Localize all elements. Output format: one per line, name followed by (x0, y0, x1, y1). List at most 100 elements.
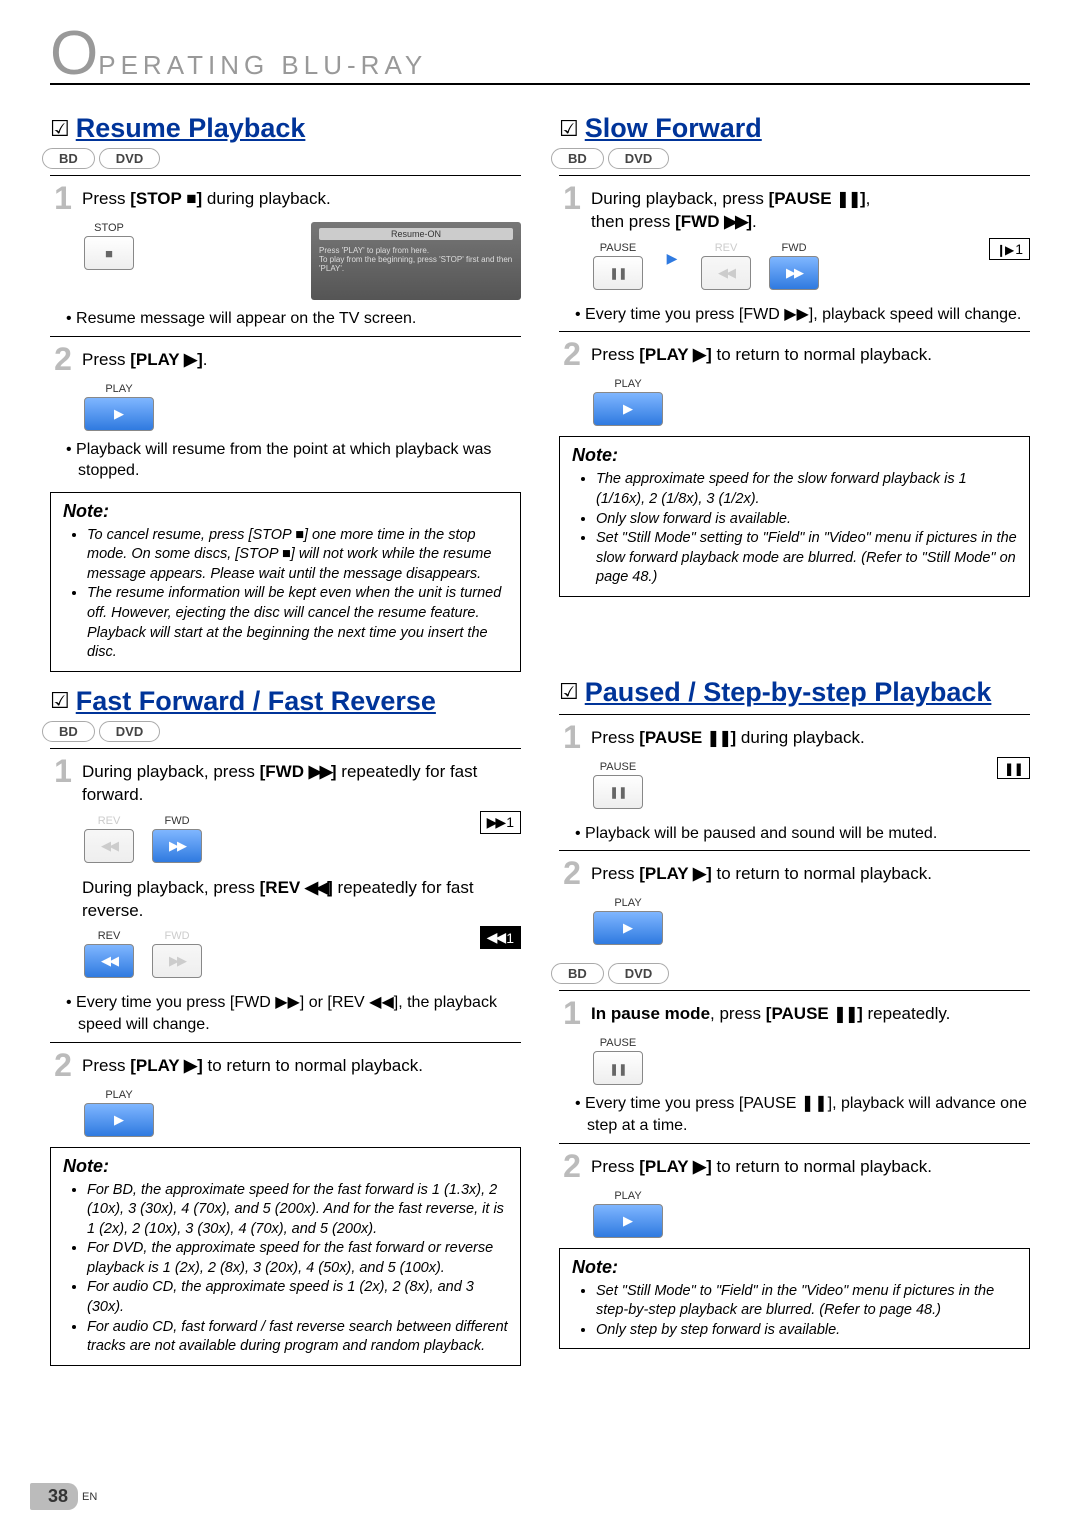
play-button[interactable] (593, 1204, 663, 1238)
play-label: PLAY (105, 383, 132, 395)
resume-title: Resume Playback (76, 113, 306, 144)
ffrv-title: Fast Forward / Fast Reverse (76, 686, 436, 717)
paused-bullet1: • Playback will be paused and sound will… (559, 823, 1030, 845)
step-number: 2 (50, 343, 76, 375)
resume-note-box: Note: To cancel resume, press [STOP ■] o… (50, 492, 521, 672)
play-icon (184, 350, 197, 369)
bd-badge: BD (551, 148, 604, 169)
rev-button[interactable] (84, 944, 134, 978)
stop-button[interactable] (84, 236, 134, 270)
slow-osd-indicator: 1 (989, 238, 1030, 260)
step-number: 1 (559, 182, 585, 214)
rw-osd-indicator: 1 (480, 926, 521, 949)
paused-step2b-text: Press [PLAY ] to return to normal playba… (591, 1150, 932, 1179)
page-number: 38 EN (30, 1483, 97, 1510)
step-number: 1 (50, 182, 76, 214)
pause-button[interactable] (593, 1051, 643, 1085)
play-icon (184, 1056, 197, 1075)
step-number: 1 (559, 721, 585, 753)
bd-badge: BD (42, 721, 95, 742)
slow-step1-text: During playback, press [PAUSE ], then pr… (591, 182, 870, 234)
pause-label: PAUSE (600, 761, 636, 773)
pause-button[interactable] (593, 775, 643, 809)
rev-label: REV (98, 930, 121, 942)
pause-icon (707, 728, 731, 747)
mini-play-icon (661, 242, 683, 276)
play-button[interactable] (84, 1103, 154, 1137)
checkbox-icon: ☑ (50, 118, 70, 140)
step-number: 2 (559, 338, 585, 370)
ffrv-step2-text: Press [PLAY ] to return to normal playba… (82, 1049, 423, 1078)
resume-bullet2: • Playback will resume from the point at… (50, 439, 521, 482)
play-icon (693, 345, 706, 364)
fwd-label: FWD (164, 930, 189, 942)
ffrv-step1a-text: During playback, press [FWD ] repeatedly… (82, 755, 521, 807)
play-button[interactable] (84, 397, 154, 431)
play-label: PLAY (614, 897, 641, 909)
bd-badge: BD (551, 963, 604, 984)
pause-button[interactable] (593, 256, 643, 290)
play-label: PLAY (614, 1190, 641, 1202)
play-icon (693, 1157, 706, 1176)
play-label: PLAY (614, 378, 641, 390)
step-number: 1 (50, 755, 76, 787)
ffrv-bullet1: • Every time you press [FWD ▶▶] or [REV … (50, 992, 521, 1035)
checkbox-icon: ☑ (50, 690, 70, 712)
stop-icon (186, 189, 196, 208)
play-button[interactable] (593, 911, 663, 945)
slow-title: Slow Forward (585, 113, 762, 144)
resume-step1-text: Press [STOP ] during playback. (82, 182, 331, 211)
play-button[interactable] (593, 392, 663, 426)
slow-step2-text: Press [PLAY ] to return to normal playba… (591, 338, 932, 367)
stop-label: STOP (94, 222, 124, 234)
pause-osd-indicator (997, 757, 1030, 779)
ff-icon (724, 212, 746, 231)
right-column: ☑ Slow Forward BD DVD 1 During playback,… (559, 103, 1030, 1366)
paused-step1-text: Press [PAUSE ] during playback. (591, 721, 865, 750)
osd-titlebar: Resume-ON (319, 228, 513, 240)
dvd-badge: DVD (99, 148, 160, 169)
ffrv-note-box: Note: For BD, the approximate speed for … (50, 1147, 521, 1366)
ff-icon (309, 762, 331, 781)
slow-bullet1: • Every time you press [FWD ▶▶], playbac… (559, 304, 1030, 326)
dvd-badge: DVD (608, 963, 669, 984)
header-big-letter: O (50, 35, 98, 72)
fwd-label: FWD (164, 815, 189, 827)
dvd-badge: DVD (99, 721, 160, 742)
rev-label: REV (715, 242, 738, 254)
paused-step2-text: Press [PLAY ] to return to normal playba… (591, 857, 932, 886)
page-header: OPERATING BLU-RAY (50, 35, 1030, 85)
rw-icon (305, 878, 327, 897)
rev-button-dim (84, 829, 134, 863)
fwd-button[interactable] (769, 256, 819, 290)
rev-button-dim (701, 256, 751, 290)
pause-icon (836, 189, 860, 208)
pause-label: PAUSE (600, 242, 636, 254)
play-icon (693, 864, 706, 883)
step-number: 1 (559, 997, 585, 1029)
fwd-label: FWD (781, 242, 806, 254)
paused-step1b-text: In pause mode, press [PAUSE ] repeatedly… (591, 997, 950, 1026)
fwd-button[interactable] (152, 829, 202, 863)
step-number: 2 (50, 1049, 76, 1081)
play-label: PLAY (105, 1089, 132, 1101)
pause-icon (833, 1004, 857, 1023)
dvd-badge: DVD (608, 148, 669, 169)
header-rest: PERATING BLU-RAY (98, 50, 427, 80)
paused-title: Paused / Step-by-step Playback (585, 677, 992, 708)
bd-badge: BD (42, 148, 95, 169)
left-column: ☑ Resume Playback BD DVD 1 Press [STOP ]… (50, 103, 521, 1366)
pause-label: PAUSE (600, 1037, 636, 1049)
ff-osd-indicator: 1 (480, 811, 521, 834)
slow-note-box: Note: The approximate speed for the slow… (559, 436, 1030, 596)
paused-note-box: Note: Set "Still Mode" to "Field" in the… (559, 1248, 1030, 1350)
fwd-button-dim (152, 944, 202, 978)
resume-bullet1: • Resume message will appear on the TV s… (50, 308, 521, 330)
step-number: 2 (559, 1150, 585, 1182)
osd-resume-box: Resume-ON Press 'PLAY' to play from here… (311, 222, 521, 300)
step-number: 2 (559, 857, 585, 889)
checkbox-icon: ☑ (559, 118, 579, 140)
checkbox-icon: ☑ (559, 681, 579, 703)
rev-label: REV (98, 815, 121, 827)
resume-step2-text: Press [PLAY ]. (82, 343, 208, 372)
